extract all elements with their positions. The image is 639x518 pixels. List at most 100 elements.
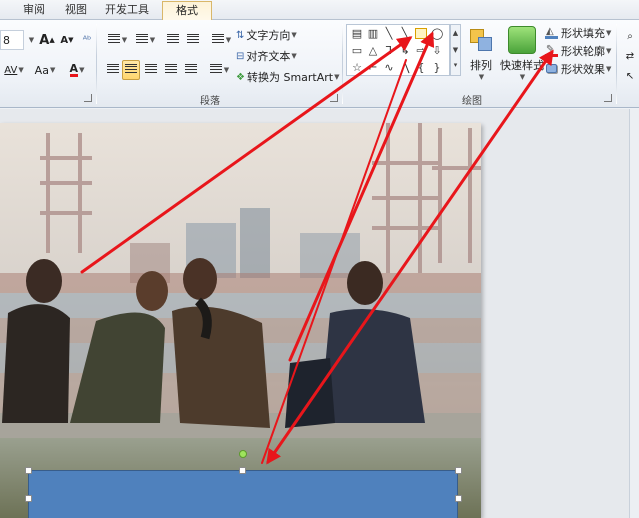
chevron-down-icon: ▼ [225,36,232,44]
chevron-down-icon: ▼ [606,29,612,37]
justify-button[interactable] [162,60,180,80]
find-icon[interactable]: ⌕ [622,26,638,46]
quick-styles-label: 快速样式 [500,59,544,72]
paint-bucket-icon: ◭ [545,26,558,39]
group-separator [96,24,97,104]
grow-font-button[interactable]: A ▲ [38,30,56,50]
chevron-down-icon: ▼ [606,65,612,73]
resize-handle-left[interactable] [25,495,32,502]
increase-indent-button[interactable] [184,30,202,50]
shrink-font-button[interactable]: A ▼ [58,30,76,50]
elbow-connector-shape-icon[interactable]: ⅂ [383,45,395,56]
right-arrow-shape-icon[interactable]: ⇨ [415,45,427,56]
smartart-icon: ❖ [236,71,245,83]
decrease-indent-button[interactable] [164,30,182,50]
character-spacing-button[interactable]: AV ▼ [0,60,28,80]
rectangle-shape-icon[interactable] [415,28,427,39]
oval-shape-icon[interactable]: ◯ [431,28,443,39]
select-icon[interactable]: ↖ [622,66,638,86]
text-direction-button[interactable]: ⇅ 文字方向 ▼ [236,25,316,45]
numbering-button[interactable]: ▼ [132,30,158,50]
align-text-button[interactable]: ⊟ 对齐文本 ▼ [236,46,316,66]
chevron-down-icon: ▼ [223,66,230,74]
increase-indent-icon [186,34,200,46]
shape-effects-label: 形状效果 [561,63,605,76]
paragraph-dialog-launcher[interactable] [330,94,338,102]
chevron-down-icon: ▼ [519,73,526,81]
font-dialog-launcher[interactable] [84,94,92,102]
line-shape-icon[interactable]: ╲ [399,28,411,39]
convert-smartart-button[interactable]: ❖ 转换为 SmartArt ▼ [236,67,342,87]
clear-format-button[interactable]: ᴬᵇ [78,30,96,50]
columns-button[interactable]: ▼ [206,60,232,80]
line-shape-icon[interactable]: ╲ [383,28,395,39]
vertical-textbox-shape-icon[interactable]: ▥ [367,28,379,39]
align-text-label: 对齐文本 [246,50,291,63]
shape-effects-button[interactable]: 形状效果 ▼ [545,60,611,78]
distributed-button[interactable] [182,60,200,80]
group-separator [616,24,617,104]
resize-handle-top[interactable] [239,467,246,474]
shape-outline-button[interactable]: ✎ 形状轮廓 ▼ [545,42,611,60]
decrease-indent-icon [166,34,180,46]
ribbon-tab-bar: 审阅 视图 开发工具 格式 [0,0,639,20]
shape-gallery[interactable]: ▤ ▥ ╲ ╲ ◯ ▭ △ ⅂ ↳ ⇨ ⇩ ☆ ⌐ ∿ ⋀ { } [346,24,450,76]
gallery-more-icon[interactable]: ▾ [451,59,460,71]
tab-view[interactable]: 视图 [58,1,94,20]
replace-icon[interactable]: ⇄ [622,46,638,66]
change-case-label: Aa [34,63,49,77]
star-shape-icon[interactable]: ☆ [351,62,363,73]
align-left-icon [106,64,120,76]
font-color-button[interactable]: A ▼ [66,60,88,80]
tab-developer[interactable]: 开发工具 [98,1,156,20]
arrange-label: 排列 [470,59,492,72]
caret-up-icon: ▲ [49,36,55,44]
font-size-input[interactable]: 8 [0,30,24,50]
arrange-icon [467,26,495,54]
shape-fill-button[interactable]: ◭ 形状填充 ▼ [545,24,611,42]
rounded-rectangle-shape-icon[interactable]: ▭ [351,45,363,56]
wedge-shape-icon[interactable]: ⋀ [399,62,411,73]
curve-shape-icon[interactable]: ∿ [383,62,395,73]
resize-handle-top-right[interactable] [455,467,462,474]
align-left-button[interactable] [104,60,122,80]
triangle-shape-icon[interactable]: △ [367,45,379,56]
rotation-handle[interactable] [239,450,247,458]
chevron-down-icon: ▼ [149,36,156,44]
line-spacing-icon [211,34,225,46]
bullets-button[interactable]: ▼ [104,30,130,50]
shape-gallery-scroll[interactable]: ▲ ▼ ▾ [450,24,461,76]
down-arrow-shape-icon[interactable]: ⇩ [431,45,443,56]
align-right-button[interactable] [142,60,160,80]
grow-font-label: A [39,32,50,48]
resize-handle-right[interactable] [455,495,462,502]
selected-rectangle-shape[interactable] [28,470,458,518]
scroll-down-icon[interactable]: ▼ [451,42,460,59]
quick-styles-button[interactable]: 快速样式 ▼ [500,26,544,81]
drawing-group-label: 绘图 [462,96,482,107]
drawing-dialog-launcher[interactable] [604,94,612,102]
change-case-button[interactable]: Aa ▼ [32,60,58,80]
resize-handle-top-left[interactable] [25,467,32,474]
scroll-up-icon[interactable]: ▲ [451,25,460,42]
line-spacing-button[interactable]: ▼ [208,30,234,50]
tab-review[interactable]: 审阅 [14,1,54,20]
bracket-shape-icon[interactable]: ⌐ [367,62,379,73]
align-center-button[interactable] [122,60,140,80]
slide-canvas[interactable] [0,123,481,518]
right-brace-shape-icon[interactable]: } [431,62,443,73]
left-brace-shape-icon[interactable]: { [415,62,427,73]
columns-icon [209,64,223,76]
elbow-arrow-shape-icon[interactable]: ↳ [399,45,411,56]
align-center-icon [124,64,138,76]
arrange-button[interactable]: 排列 ▼ [464,26,498,81]
font-size-dropdown[interactable]: ▼ [26,30,36,50]
align-right-icon [144,64,158,76]
textbox-shape-icon[interactable]: ▤ [351,28,363,39]
tab-format[interactable]: 格式 [162,1,212,20]
character-spacing-label: AV [4,64,18,76]
shape-effects-icon [545,63,558,75]
vertical-scrollbar[interactable] [629,109,639,518]
shrink-font-label: A [60,34,69,46]
slide-editing-area[interactable] [0,109,639,518]
